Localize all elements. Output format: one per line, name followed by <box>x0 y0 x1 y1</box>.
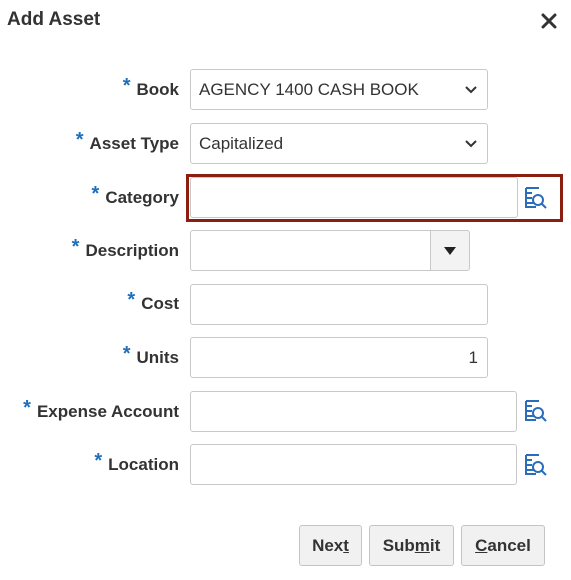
required-marker: * <box>122 75 131 97</box>
submit-button[interactable]: Sub m it <box>369 525 454 566</box>
category-label-text: Category <box>105 188 179 207</box>
required-marker: * <box>91 183 100 205</box>
required-marker: * <box>75 129 84 151</box>
book-select[interactable]: AGENCY 1400 CASH BOOK <box>190 69 488 110</box>
expense-account-input[interactable] <box>190 391 517 432</box>
next-mnemonic: t <box>343 535 349 555</box>
units-value: 1 <box>468 347 478 367</box>
description-dropdown-button[interactable] <box>430 230 470 271</box>
required-marker: * <box>94 450 103 472</box>
category-input[interactable] <box>190 177 518 218</box>
asset-type-value: Capitalized <box>199 133 284 153</box>
expense-account-label: * Expense Account <box>23 397 179 422</box>
units-label-text: Units <box>136 348 180 367</box>
submit-mnemonic: m <box>414 535 430 555</box>
next-button[interactable]: Nex t <box>299 525 362 566</box>
dialog-title: Add Asset <box>7 9 101 30</box>
cost-label: * Cost <box>127 289 179 314</box>
location-label: * Location <box>94 450 179 475</box>
asset-type-label-text: Asset Type <box>89 134 179 153</box>
cost-input[interactable] <box>190 284 488 325</box>
cancel-button[interactable]: Cancel <box>461 525 545 566</box>
search-list-icon[interactable] <box>524 452 548 478</box>
submit-label: Sub <box>382 535 415 555</box>
units-input[interactable]: 1 <box>190 337 488 378</box>
chevron-down-icon <box>465 85 477 93</box>
required-marker: * <box>71 236 80 258</box>
asset-type-label: * Asset Type <box>75 129 179 154</box>
next-label: Nex <box>312 535 344 555</box>
submit-label-rest: it <box>429 535 441 555</box>
cancel-mnemonic: C <box>475 535 488 555</box>
description-label-text: Description <box>85 241 179 260</box>
cancel-label-rest: ancel <box>487 535 531 555</box>
search-list-icon[interactable] <box>524 185 548 211</box>
cost-label-text: Cost <box>141 294 179 313</box>
location-input[interactable] <box>190 444 517 485</box>
required-marker: * <box>127 289 136 311</box>
book-label: * Book <box>122 75 180 100</box>
description-label: * Description <box>71 236 179 261</box>
asset-type-select[interactable]: Capitalized <box>190 123 488 164</box>
book-label-text: Book <box>136 80 180 99</box>
units-label: * Units <box>122 343 180 368</box>
required-marker: * <box>122 343 131 365</box>
book-value: AGENCY 1400 CASH BOOK <box>199 79 419 99</box>
chevron-down-icon <box>465 139 477 147</box>
location-label-text: Location <box>108 455 179 474</box>
close-icon[interactable] <box>538 10 560 32</box>
description-input[interactable] <box>190 230 431 271</box>
category-label: * Category <box>91 183 179 208</box>
expense-account-label-text: Expense Account <box>36 402 179 421</box>
triangle-down-icon <box>444 246 456 255</box>
search-list-icon[interactable] <box>524 398 548 424</box>
required-marker: * <box>23 397 31 419</box>
